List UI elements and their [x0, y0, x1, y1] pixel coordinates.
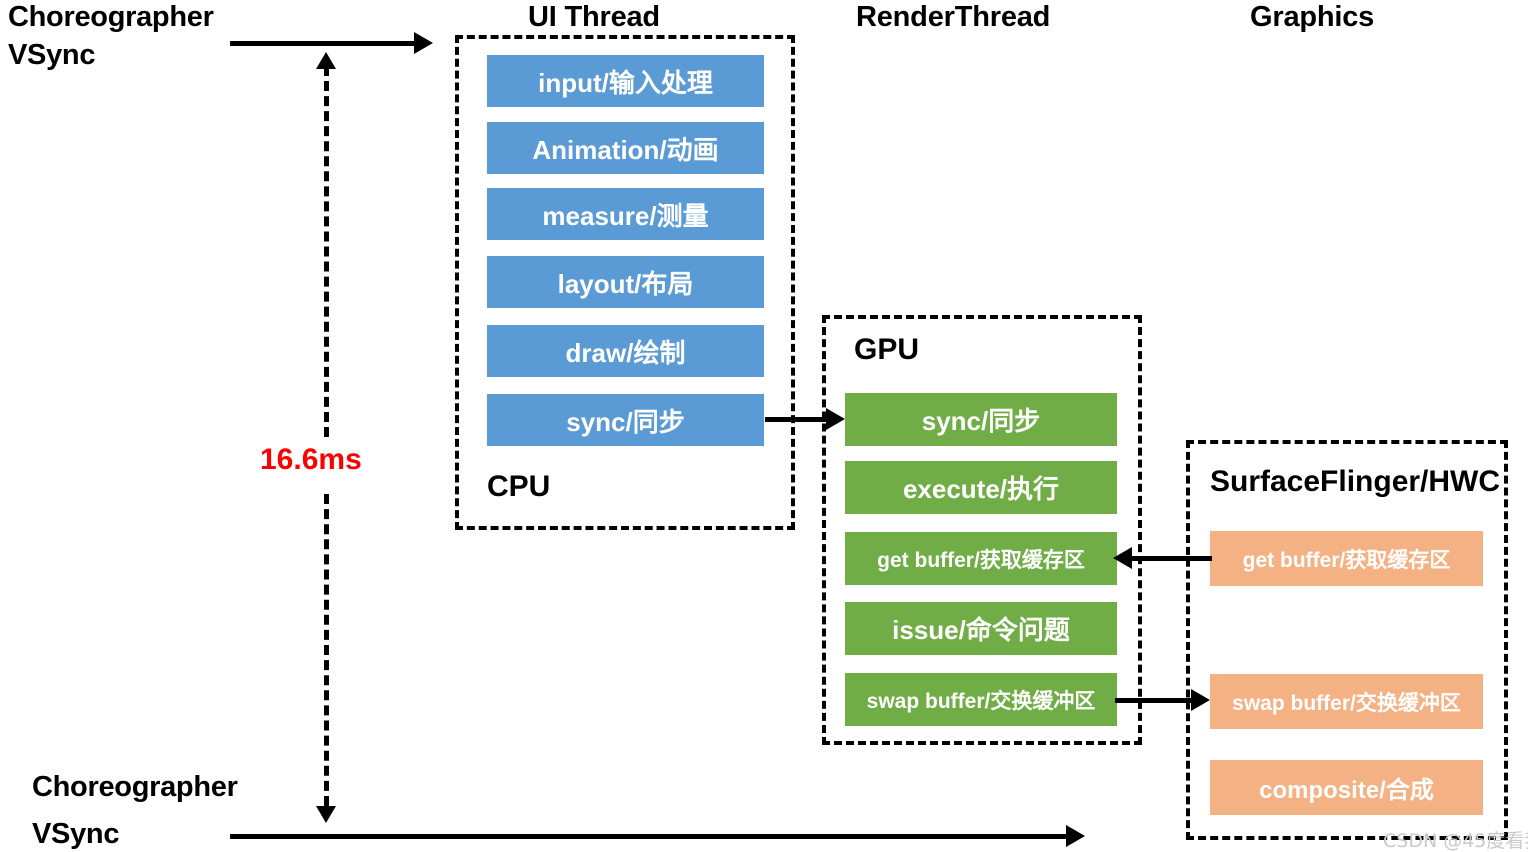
stage-chip-draw[interactable]: draw/绘制 [487, 325, 764, 377]
vsync-top-label-line1: Choreographer [8, 1, 214, 33]
stage-chip-get-buffer-gpu[interactable]: get buffer/获取缓存区 [845, 532, 1117, 585]
vsync-top-label-line2: VSync [8, 39, 96, 71]
duration-label: 16.6ms [260, 443, 362, 476]
stage-chip-sync-cpu[interactable]: sync/同步 [487, 394, 764, 446]
vsync-bottom-label-line2: VSync [32, 818, 120, 850]
connector-cpu-sync-to-gpu-sync-line [765, 417, 827, 422]
stage-chip-measure[interactable]: measure/测量 [487, 188, 764, 240]
stage-chip-layout[interactable]: layout/布局 [487, 256, 764, 308]
connector-cpu-sync-to-gpu-sync-head [826, 408, 845, 430]
connector-sf-getbuffer-to-gpu-head [1113, 547, 1132, 569]
connector-gpu-swapbuffer-to-sf-line [1115, 698, 1193, 703]
stage-chip-composite[interactable]: composite/合成 [1210, 760, 1483, 815]
stage-chip-issue[interactable]: issue/命令问题 [845, 602, 1117, 655]
column-title-graphics: Graphics [1250, 1, 1375, 33]
connector-sf-getbuffer-to-gpu-line [1132, 556, 1212, 561]
diagram-canvas: UI Thread RenderThread Graphics Choreogr… [0, 0, 1528, 852]
graphics-group-caption: SurfaceFlinger/HWC [1210, 465, 1501, 498]
stage-chip-execute[interactable]: execute/执行 [845, 461, 1117, 514]
watermark: CSDN @45度看我 [1383, 830, 1528, 852]
stage-chip-animation[interactable]: Animation/动画 [487, 122, 764, 174]
connector-gpu-swapbuffer-to-sf-head [1191, 689, 1210, 711]
duration-arrow-head-down [316, 806, 336, 823]
column-title-ui-thread: UI Thread [528, 1, 660, 33]
stage-chip-get-buffer-sf[interactable]: get buffer/获取缓存区 [1210, 531, 1483, 586]
gpu-group-caption: GPU [854, 333, 920, 366]
vsync-bottom-arrow-line [230, 834, 1068, 839]
cpu-group-caption: CPU [487, 470, 551, 503]
vsync-top-arrow-line [230, 41, 416, 46]
stage-chip-swap-buffer-sf[interactable]: swap buffer/交换缓冲区 [1210, 674, 1483, 729]
vsync-bottom-arrow-head [1066, 825, 1085, 847]
column-title-render-thread: RenderThread [856, 1, 1051, 33]
vsync-bottom-label-line1: Choreographer [32, 771, 238, 803]
stage-chip-sync-gpu[interactable]: sync/同步 [845, 393, 1117, 446]
stage-chip-input[interactable]: input/输入处理 [487, 55, 764, 107]
vsync-top-arrow-head [414, 32, 433, 54]
stage-chip-swap-buffer-gpu[interactable]: swap buffer/交换缓冲区 [845, 673, 1117, 726]
duration-dashed-line-upper [324, 66, 329, 437]
duration-dashed-line-lower [324, 494, 329, 806]
